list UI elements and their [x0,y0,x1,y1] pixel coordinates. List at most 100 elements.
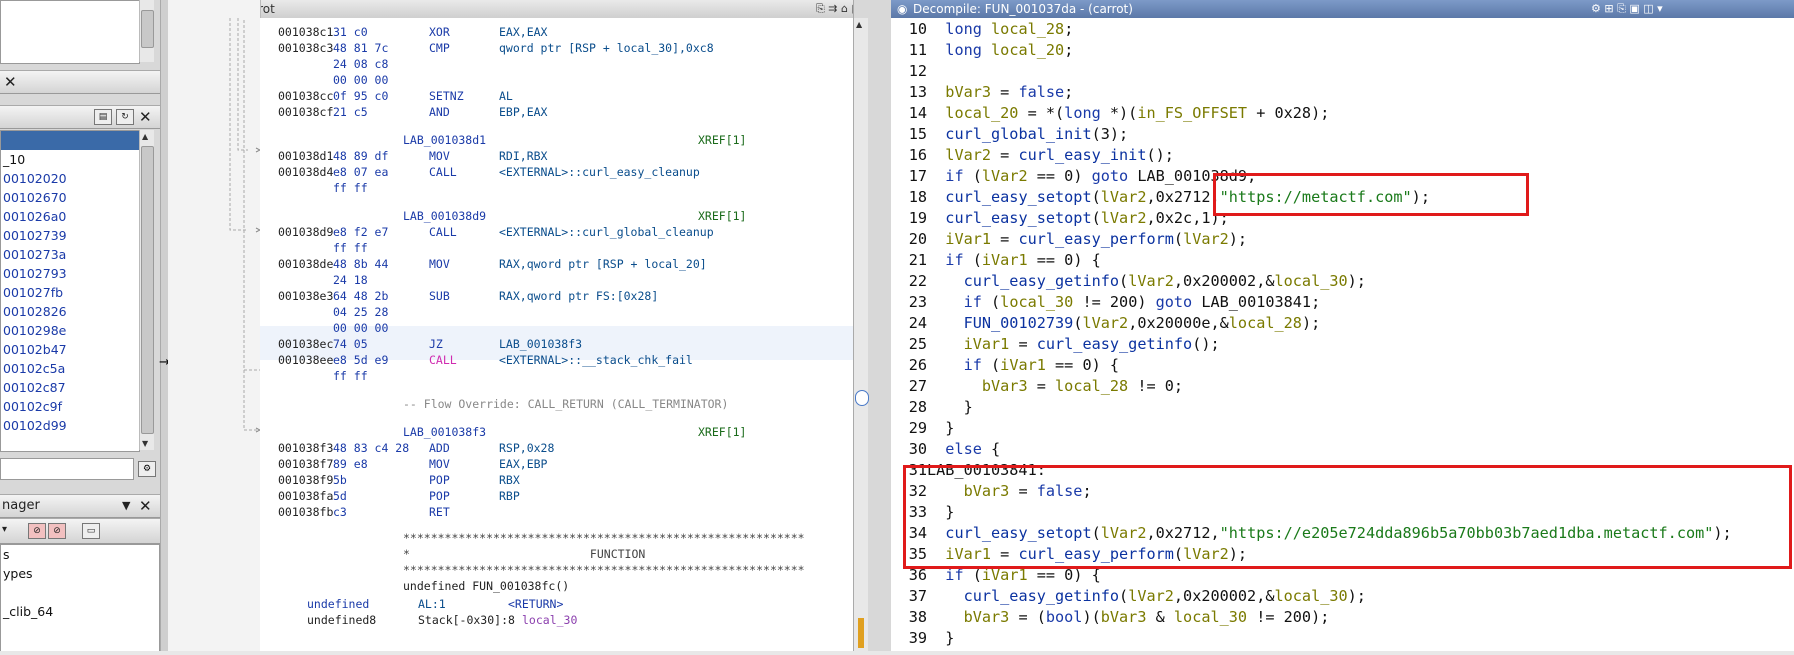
listing-row[interactable]: 001038ec 74 05 JZ LAB_001038f3 [260,336,853,352]
operands[interactable]: RDI,RBX [499,148,547,164]
mnemonic[interactable]: POP [429,488,450,504]
operands[interactable]: LAB_001038f3 [499,336,582,352]
instruction-bytes[interactable]: 5d [333,488,347,504]
address[interactable]: 001038ec [278,336,333,352]
listing-row[interactable]: ff ff [260,180,853,196]
code-line[interactable]: 16 lVar2 = curl_easy_init(); [891,145,1174,166]
listing-row[interactable]: 001038cf 21 c5 AND EBP,EAX [260,104,853,120]
operands[interactable]: AL [499,88,513,104]
mnemonic[interactable]: SETNZ [429,88,464,104]
operands[interactable]: qword ptr [RSP + local_30],0xc8 [499,40,714,56]
code-line[interactable]: 22 curl_easy_getinfo(lVar2,0x200002,&loc… [891,271,1366,292]
listing-row[interactable]: LAB_001038f3 XREF[1] [260,424,853,440]
scroll-thumb[interactable] [141,146,154,434]
operands[interactable]: <EXTERNAL>::curl_easy_cleanup [499,164,700,180]
top-tree-box[interactable] [0,0,140,64]
mnemonic[interactable]: JZ [429,336,443,352]
code-line[interactable]: 23 if (local_30 != 200) goto LAB_0010384… [891,292,1321,313]
code-line[interactable]: 17 if (lVar2 == 0) goto LAB_001038d9; [891,166,1257,187]
code-text[interactable]: if (iVar1 == 0) { [927,356,1119,374]
code-text[interactable]: local_20 = *(long *)(in_FS_OFFSET + 0x28… [927,104,1329,122]
address[interactable]: 001038fa [278,488,333,504]
address[interactable]: 001038e3 [278,288,333,304]
code-label[interactable]: LAB_001038d9 [403,208,486,224]
tree-item[interactable]: 00102c87 [1,378,139,397]
filter-icon[interactable]: ⊘ [48,523,66,539]
code-text[interactable]: curl_easy_setopt(lVar2,0x2c,1); [927,209,1228,227]
operands[interactable]: RSP,0x28 [499,440,554,456]
code-line[interactable]: 25 iVar1 = curl_easy_getinfo(); [891,334,1220,355]
filter-options-icon[interactable]: ⚙ [138,461,156,477]
listing-row[interactable]: LAB_001038d9 XREF[1] [260,208,853,224]
operands[interactable]: RBP [499,488,520,504]
data-type-tree[interactable]: s ypes _clib_64 [0,544,160,651]
tree-item[interactable]: ypes [1,564,159,583]
listing-row[interactable]: ff ff [260,240,853,256]
mnemonic[interactable]: MOV [429,148,450,164]
address[interactable]: 001038cf [278,104,333,120]
collapse-icon[interactable]: ▭ [82,523,100,539]
instruction-bytes[interactable]: 74 05 [333,336,368,352]
scroll-position-marker[interactable] [855,390,869,406]
tree-item[interactable]: 00102c5a [1,359,139,378]
code-line[interactable]: 28 } [891,397,973,418]
listing-row[interactable]: 00 00 00 [260,72,853,88]
listing-row[interactable]: 001038d1 48 89 df MOV RDI,RBX [260,148,853,164]
operands[interactable]: RBX [499,472,520,488]
scroll-up-icon[interactable]: ▲ [856,20,862,29]
instruction-bytes[interactable]: ff ff [333,240,368,256]
address[interactable]: 001038de [278,256,333,272]
tree-item[interactable]: 0010298e [1,321,139,340]
code-line[interactable]: 21 if (iVar1 == 0) { [891,250,1101,271]
tree-item[interactable]: 001027fb [1,283,139,302]
instruction-bytes[interactable]: 00 00 00 [333,72,388,88]
code-line[interactable]: 37 curl_easy_getinfo(lVar2,0x200002,&loc… [891,586,1366,607]
xref-link[interactable]: XREF[1] [698,132,746,148]
mnemonic[interactable]: CMP [429,40,450,56]
instruction-bytes[interactable]: e8 f2 e7 [333,224,388,240]
address[interactable]: 001038cc [278,88,333,104]
mnemonic[interactable]: SUB [429,288,450,304]
listing-row[interactable]: ff ff [260,368,853,384]
operands[interactable]: EAX,EAX [499,24,547,40]
listing-row[interactable]: 001038c1 31 c0 XOR EAX,EAX [260,24,853,40]
listing-row[interactable]: 001038fa 5d POP RBP [260,488,853,504]
instruction-bytes[interactable]: 64 48 2b [333,288,388,304]
code-text[interactable]: iVar1 = curl_easy_getinfo(); [927,335,1220,353]
address[interactable]: 001038f3 [278,440,333,456]
instruction-bytes[interactable]: 89 e8 [333,456,368,472]
mnemonic[interactable]: CALL [429,352,457,368]
scroll-thumb[interactable] [141,10,154,48]
flow-override-comment[interactable]: -- Flow Override: CALL_RETURN (CALL_TERM… [403,396,728,412]
scroll-down-icon[interactable]: ▼ [142,439,148,448]
code-text[interactable]: long local_28; [927,20,1073,38]
instruction-bytes[interactable]: 48 8b 44 [333,256,388,272]
operands[interactable]: EAX,EBP [499,456,547,472]
tree-item[interactable]: 0010273a [1,245,139,264]
dropdown-arrow-icon[interactable]: ▾ [2,519,7,541]
xref-link[interactable]: XREF[1] [698,424,746,440]
tree-item[interactable]: 00102d99 [1,416,139,435]
listing-row[interactable]: 001038cc 0f 95 c0 SETNZ AL [260,88,853,104]
code-line[interactable]: 38 bVar3 = (bool)(bVar3 & local_30 != 20… [891,607,1330,628]
instruction-bytes[interactable]: 48 83 c4 28 [333,440,409,456]
code-line[interactable]: 10 long local_28; [891,19,1074,40]
listing-row[interactable]: 001038c3 48 81 7c CMP qword ptr [RSP + loca… [260,40,853,56]
address[interactable]: 001038d9 [278,224,333,240]
listing-row[interactable]: 00 00 00 [260,320,853,336]
listing-row[interactable]: 24 08 c8 [260,56,853,72]
code-text[interactable]: lVar2 = curl_easy_init(); [927,146,1174,164]
code-line[interactable]: 39 } [891,628,955,649]
filter-icon[interactable]: ⊘ [28,523,46,539]
mnemonic[interactable]: CALL [429,224,457,240]
code-text[interactable]: curl_easy_getinfo(lVar2,0x200002,&local_… [927,587,1366,605]
symbol-tree-scrollbar[interactable]: ▲ ▼ [139,130,154,450]
instruction-bytes[interactable]: 48 89 df [333,148,388,164]
code-label[interactable]: LAB_001038f3 [403,424,486,440]
instruction-bytes[interactable]: 31 c0 [333,24,368,40]
scroll-up-icon[interactable]: ▲ [142,132,148,141]
operands[interactable]: <EXTERNAL>::__stack_chk_fail [499,352,693,368]
mnemonic[interactable]: MOV [429,256,450,272]
listing-row[interactable]: 001038d9 e8 f2 e7 CALL <EXTERNAL>::curl_glo… [260,224,853,240]
code-text[interactable]: curl_global_init(3); [927,125,1128,143]
